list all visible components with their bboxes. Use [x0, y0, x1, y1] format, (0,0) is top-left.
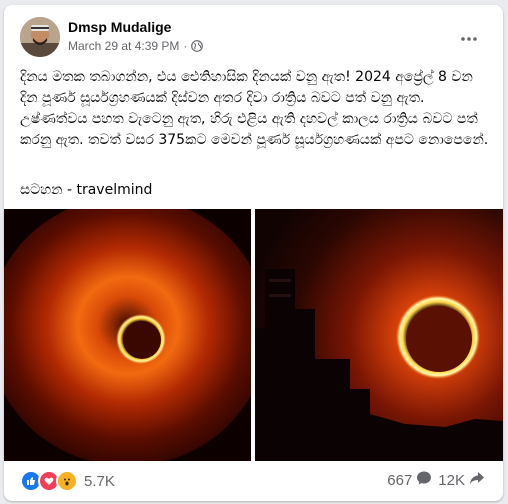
eclipse-photo-2[interactable]	[255, 209, 503, 461]
author-name[interactable]: Dmsp Mudalige	[68, 19, 171, 35]
shares-stat[interactable]: 12K	[438, 470, 485, 490]
post-text: දිනය මතක තබාගන්න, එය ඓතිහාසික දිනයක් වනු…	[20, 69, 489, 148]
shares-count: 12K	[438, 471, 465, 489]
comments-stat[interactable]: 667	[387, 470, 432, 490]
post-card: Dmsp Mudalige March 29 at 4:39 PM · දිනය…	[4, 5, 503, 501]
reactions-count[interactable]: 5.7K	[84, 473, 115, 490]
photo-grid	[4, 209, 503, 461]
comment-icon	[416, 470, 432, 490]
globe-icon	[191, 40, 204, 52]
post-meta: March 29 at 4:39 PM ·	[68, 39, 204, 53]
wow-icon	[56, 470, 78, 492]
share-icon	[469, 470, 485, 490]
eclipse-photo-1[interactable]	[4, 209, 251, 461]
avatar[interactable]	[20, 17, 60, 57]
reactions-summary[interactable]: 5.7K	[20, 470, 115, 492]
post-source: සටහන - travelmind	[20, 182, 153, 198]
post-timestamp[interactable]: March 29 at 4:39 PM	[68, 39, 179, 53]
post-footer: 5.7K 667 12K	[20, 470, 491, 494]
more-options-icon[interactable]	[457, 27, 481, 51]
engagement-stats: 667 12K	[387, 470, 485, 490]
comments-count: 667	[387, 471, 413, 489]
post-header: Dmsp Mudalige March 29 at 4:39 PM ·	[20, 17, 491, 61]
meta-separator: ·	[183, 39, 188, 53]
